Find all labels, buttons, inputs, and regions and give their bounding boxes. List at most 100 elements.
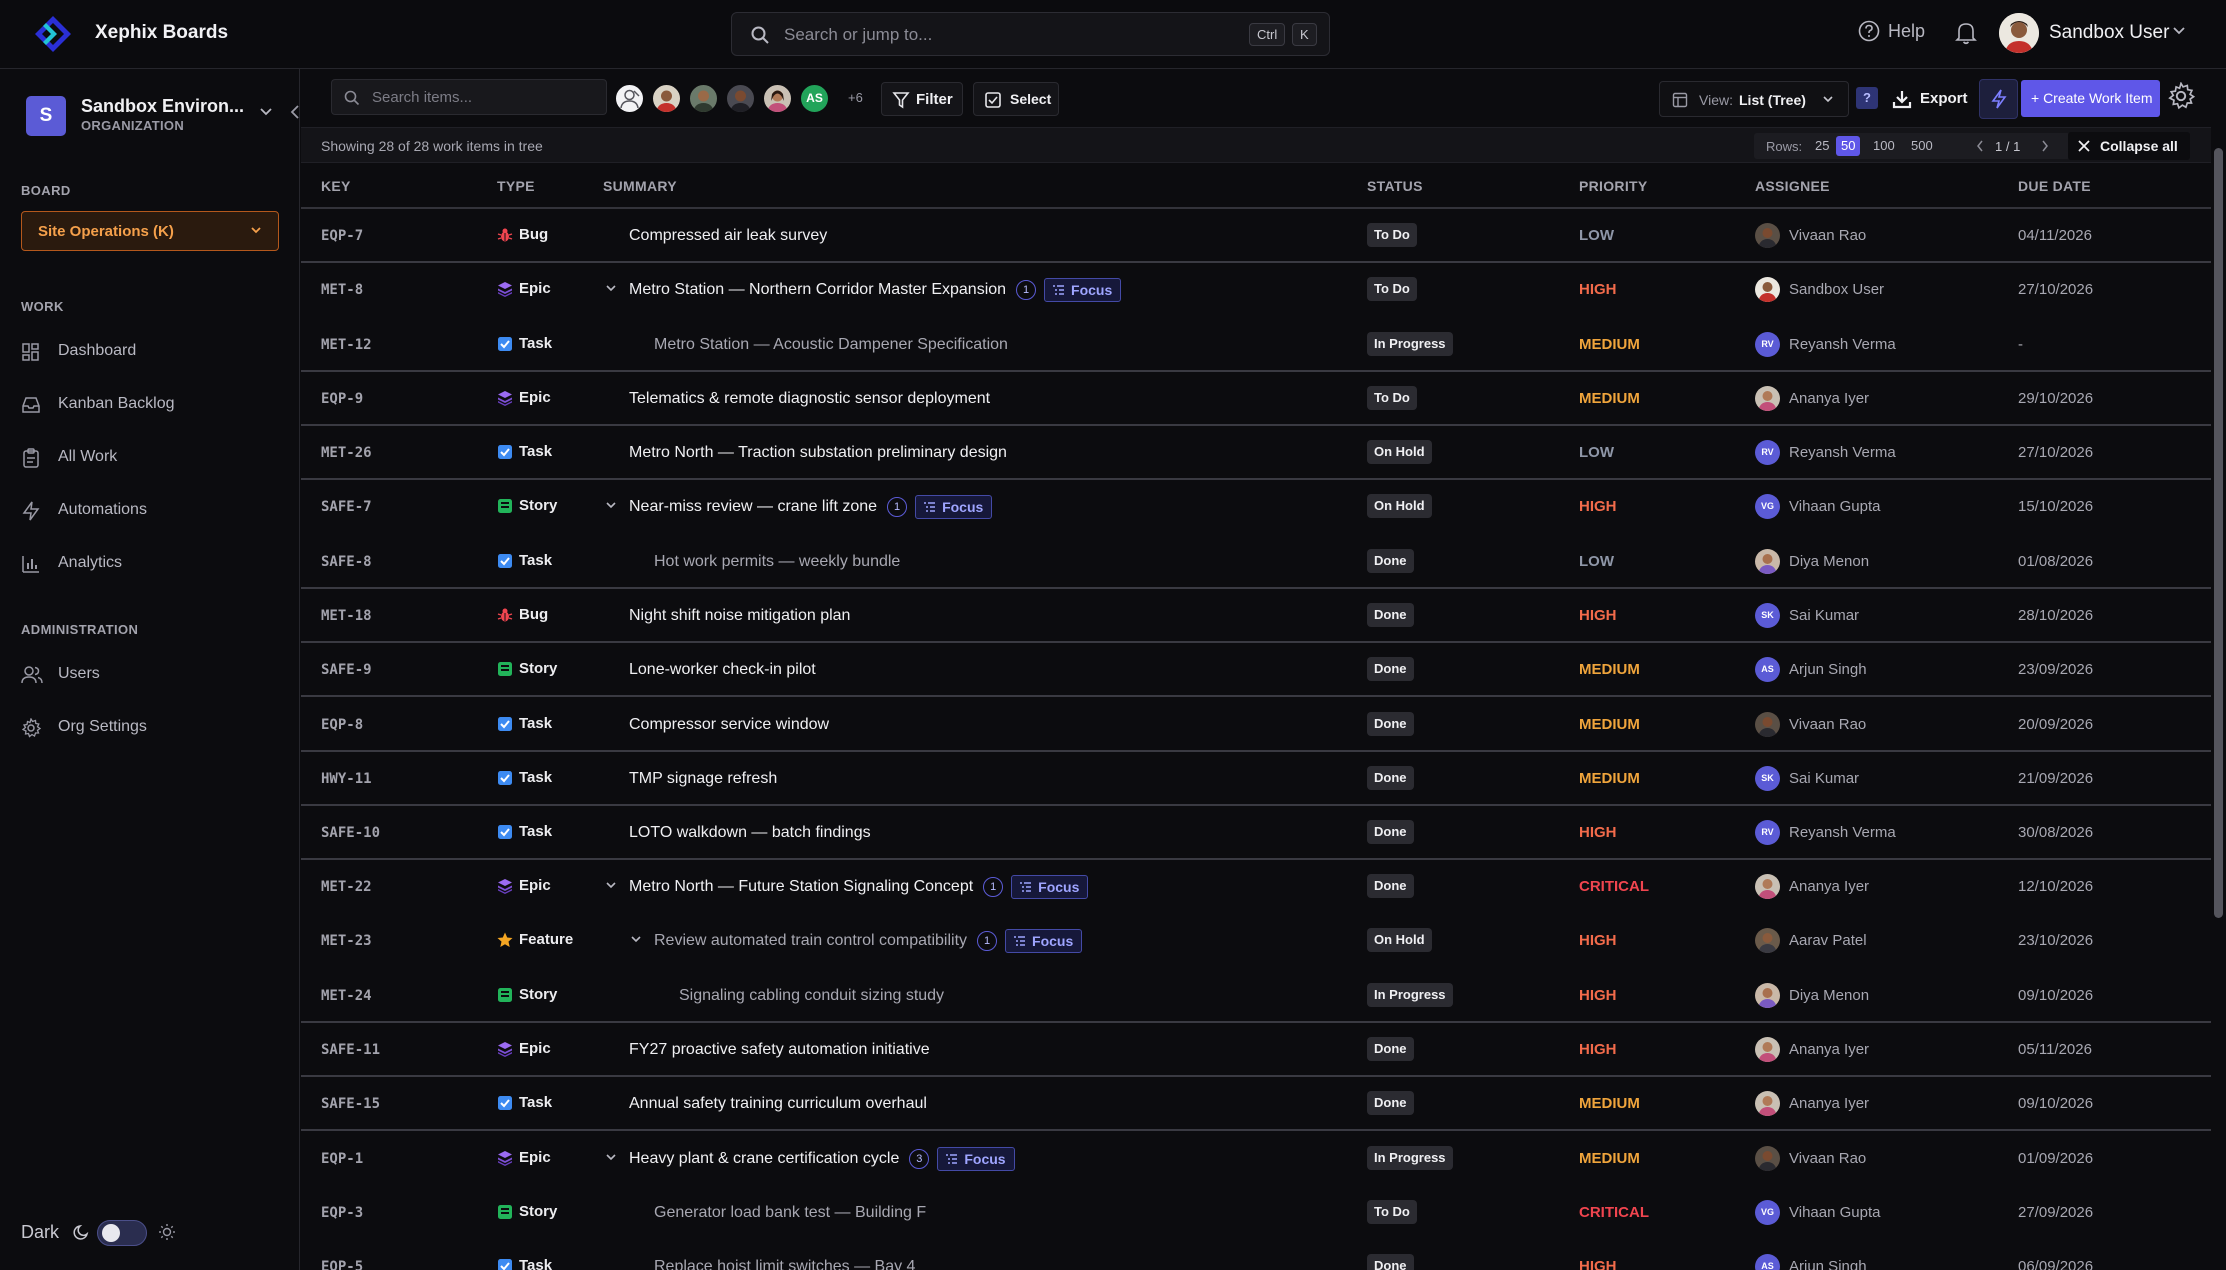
due-date[interactable]: 06/09/2026 — [2018, 1258, 2093, 1270]
priority-label[interactable]: LOW — [1579, 227, 1614, 244]
priority-label[interactable]: MEDIUM — [1579, 390, 1640, 407]
table-row[interactable]: EQP-1 Epic Heavy plant & crane certificati… — [301, 1132, 2211, 1186]
work-item-key[interactable]: MET-18 — [321, 608, 372, 624]
rows-option-25[interactable]: 25 — [1810, 136, 1834, 156]
work-item-key[interactable]: MET-24 — [321, 988, 372, 1004]
chevron-down-icon[interactable] — [605, 501, 617, 510]
work-item-summary[interactable]: Hot work permits — weekly bundle — [654, 553, 900, 571]
board-select[interactable]: Site Operations (K) — [21, 211, 279, 251]
work-item-key[interactable]: EQP-9 — [321, 391, 363, 407]
status-badge[interactable]: On Hold — [1367, 494, 1432, 518]
rows-option-50[interactable]: 50 — [1836, 136, 1861, 156]
global-search-input[interactable]: Search or jump to... Ctrl K — [731, 12, 1330, 56]
due-date[interactable]: 09/10/2026 — [2018, 987, 2093, 1004]
column-header-type[interactable]: TYPE — [497, 178, 535, 194]
work-item-summary[interactable]: Metro North — Future Station Signaling C… — [629, 878, 973, 896]
work-item-key[interactable]: EQP-7 — [321, 228, 363, 244]
table-row[interactable]: SAFE-10 Task LOTO walkdown — batch finding… — [301, 806, 2211, 860]
status-badge[interactable]: Done — [1367, 766, 1414, 790]
priority-label[interactable]: MEDIUM — [1579, 1095, 1640, 1112]
status-badge[interactable]: Done — [1367, 603, 1414, 627]
filter-button[interactable]: Filter — [881, 82, 963, 116]
priority-label[interactable]: HIGH — [1579, 607, 1617, 624]
work-item-key[interactable]: SAFE-10 — [321, 825, 380, 841]
nav-users[interactable]: Users — [21, 657, 279, 693]
assignee-name[interactable]: Diya Menon — [1789, 553, 1869, 570]
app-title[interactable]: Xephix Boards — [95, 22, 228, 44]
assignee-filter-avatar[interactable] — [688, 83, 719, 114]
more-assignees-count[interactable]: +6 — [848, 90, 863, 105]
work-item-key[interactable]: SAFE-11 — [321, 1042, 380, 1058]
column-header-summary[interactable]: SUMMARY — [603, 178, 677, 194]
work-item-key[interactable]: EQP-8 — [321, 717, 363, 733]
due-date[interactable]: 04/11/2026 — [2018, 227, 2092, 244]
assignee-name[interactable]: Arjun Singh — [1789, 1258, 1867, 1270]
work-item-summary[interactable]: Compressor service window — [629, 716, 829, 734]
due-date[interactable]: 27/09/2026 — [2018, 1204, 2093, 1221]
nav-automations[interactable]: Automations — [21, 493, 279, 529]
priority-label[interactable]: MEDIUM — [1579, 1150, 1640, 1167]
status-badge[interactable]: Done — [1367, 549, 1414, 573]
user-name[interactable]: Sandbox User — [2049, 22, 2169, 44]
status-badge[interactable]: To Do — [1367, 223, 1417, 247]
collapse-all-button[interactable]: Collapse all — [2068, 132, 2190, 160]
table-row[interactable]: MET-23 Feature Review automated train cont… — [301, 914, 2211, 968]
due-date[interactable]: 28/10/2026 — [2018, 607, 2093, 624]
due-date[interactable]: 01/09/2026 — [2018, 1150, 2093, 1167]
work-item-key[interactable]: EQP-5 — [321, 1259, 363, 1270]
status-badge[interactable]: To Do — [1367, 1200, 1417, 1224]
assignee-name[interactable]: Arjun Singh — [1789, 661, 1867, 678]
column-header-key[interactable]: KEY — [321, 178, 351, 194]
priority-label[interactable]: HIGH — [1579, 1041, 1617, 1058]
work-item-summary[interactable]: Signaling cabling conduit sizing study — [679, 987, 944, 1005]
table-row[interactable]: SAFE-9 Story Lone-worker check-in pilot Don… — [301, 643, 2211, 697]
assignee-name[interactable]: Reyansh Verma — [1789, 444, 1896, 461]
table-row[interactable]: EQP-7 Bug Compressed air leak survey To Do L… — [301, 209, 2211, 263]
status-badge[interactable]: Done — [1367, 1037, 1414, 1061]
nav-all-work[interactable]: All Work — [21, 440, 279, 476]
org-name[interactable]: Sandbox Environ... — [81, 96, 244, 117]
work-item-summary[interactable]: Telematics & remote diagnostic sensor de… — [629, 390, 990, 408]
priority-label[interactable]: CRITICAL — [1579, 878, 1649, 895]
priority-label[interactable]: HIGH — [1579, 281, 1617, 298]
due-date[interactable]: 01/08/2026 — [2018, 553, 2093, 570]
priority-label[interactable]: HIGH — [1579, 824, 1617, 841]
table-row[interactable]: MET-12 Task Metro Station — Acoustic Dampe… — [301, 318, 2211, 372]
assignee-name[interactable]: Vivaan Rao — [1789, 716, 1866, 733]
status-badge[interactable]: In Progress — [1367, 332, 1453, 356]
work-item-summary[interactable]: Replace hoist limit switches — Bay 4 — [654, 1258, 915, 1270]
app-logo[interactable] — [34, 14, 76, 54]
column-header-status[interactable]: STATUS — [1367, 178, 1423, 194]
view-select[interactable]: View: List (Tree) — [1659, 81, 1849, 117]
focus-button[interactable]: Focus — [1005, 929, 1083, 953]
collapse-sidebar-icon[interactable] — [290, 104, 300, 120]
priority-label[interactable]: HIGH — [1579, 987, 1617, 1004]
work-item-key[interactable]: MET-22 — [321, 879, 372, 895]
column-header-assignee[interactable]: ASSIGNEE — [1755, 178, 1830, 194]
due-date[interactable]: 21/09/2026 — [2018, 770, 2093, 787]
due-date[interactable]: - — [2018, 336, 2023, 353]
assignee-name[interactable]: Ananya Iyer — [1789, 1041, 1869, 1058]
assignee-name[interactable]: Ananya Iyer — [1789, 390, 1869, 407]
table-row[interactable]: MET-8 Epic Metro Station — Northern Corrid… — [301, 263, 2211, 317]
work-item-key[interactable]: SAFE-9 — [321, 662, 372, 678]
priority-label[interactable]: MEDIUM — [1579, 770, 1640, 787]
focus-button[interactable]: Focus — [937, 1147, 1015, 1171]
work-item-summary[interactable]: Near-miss review — crane lift zone — [629, 498, 877, 516]
table-row[interactable]: MET-18 Bug Night shift noise mitigation pl… — [301, 589, 2211, 643]
work-item-key[interactable]: MET-23 — [321, 933, 372, 949]
status-badge[interactable]: Done — [1367, 874, 1414, 898]
status-badge[interactable]: Done — [1367, 1254, 1414, 1270]
assignee-filter-avatar[interactable] — [725, 83, 756, 114]
work-item-key[interactable]: MET-12 — [321, 337, 372, 353]
due-date[interactable]: 09/10/2026 — [2018, 1095, 2093, 1112]
rows-option-100[interactable]: 100 — [1868, 136, 1900, 156]
work-item-summary[interactable]: Generator load bank test — Building F — [654, 1204, 926, 1222]
status-badge[interactable]: Done — [1367, 1091, 1414, 1115]
focus-button[interactable]: Focus — [1011, 875, 1089, 899]
priority-label[interactable]: HIGH — [1579, 1258, 1617, 1270]
priority-label[interactable]: MEDIUM — [1579, 661, 1640, 678]
assignee-name[interactable]: Sandbox User — [1789, 281, 1884, 298]
priority-label[interactable]: MEDIUM — [1579, 716, 1640, 733]
assignee-name[interactable]: Sai Kumar — [1789, 607, 1859, 624]
